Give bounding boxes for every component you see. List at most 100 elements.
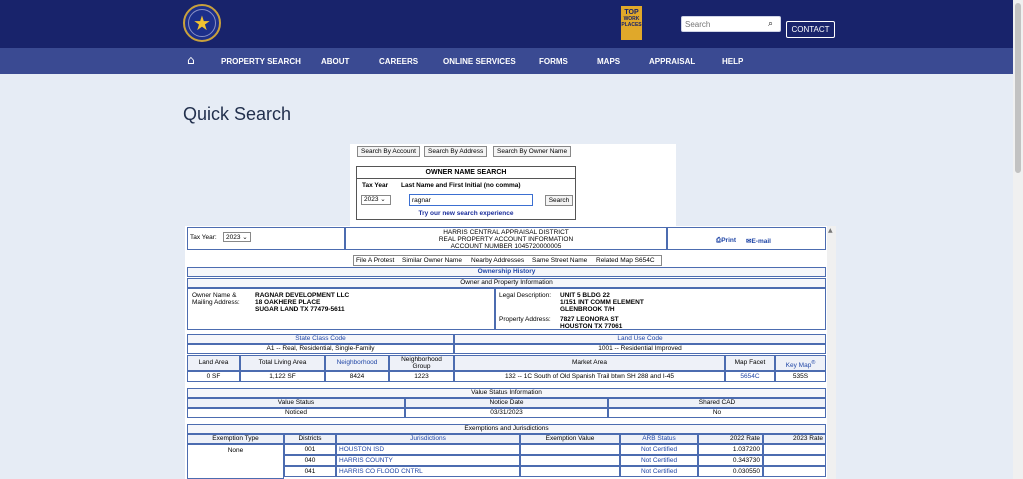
property-line1: 7827 LEONORA ST: [560, 316, 619, 323]
owner-section-title: Owner and Property Information: [187, 278, 826, 288]
arb-status-link[interactable]: ARB Status: [620, 434, 698, 444]
legal-info-cell: Legal Description: UNIT 5 BLDG 22 1/151 …: [495, 288, 826, 330]
site-search-input[interactable]: [682, 17, 766, 31]
arb-status-value[interactable]: Not Certified: [620, 455, 698, 466]
value-status-header: Value Status: [187, 398, 405, 408]
page-title: Quick Search: [183, 104, 292, 124]
record-tax-year-select[interactable]: 2023 ⌄: [223, 232, 251, 242]
jurisdiction-link[interactable]: HARRIS COUNTY: [336, 455, 520, 466]
related-map-link[interactable]: Related Map S654C: [596, 257, 655, 264]
key-map-value: 535S: [775, 371, 826, 382]
site-search: ⌕: [681, 16, 781, 32]
owner-search-button[interactable]: Search: [545, 195, 573, 206]
nav-help[interactable]: HELP: [722, 57, 743, 66]
nav-online-services[interactable]: ONLINE SERVICES: [443, 57, 516, 66]
email-link[interactable]: ✉E-mail: [746, 237, 771, 245]
jurisdictions-link[interactable]: Jurisdictions: [336, 434, 520, 444]
file-protest-link[interactable]: File A Protest: [356, 257, 394, 264]
market-area-header: Market Area: [454, 355, 725, 371]
neighborhood-group-header: Neighborhood Group: [389, 355, 454, 371]
chevron-down-icon: ⌄: [380, 196, 386, 203]
tax-year-header: Tax Year: [362, 182, 389, 189]
search-icon[interactable]: ⌕: [768, 19, 773, 29]
rate-2023-header: 2023 Rate: [763, 434, 826, 444]
page-scrollbar-thumb[interactable]: [1015, 3, 1021, 173]
exemption-type-value: None: [187, 444, 284, 479]
notice-date-value: 03/31/2023: [405, 408, 608, 418]
owner-name: RAGNAR DEVELOPMENT LLC: [255, 292, 350, 299]
same-street-link[interactable]: Same Street Name: [532, 257, 587, 264]
map-facet-link[interactable]: 5654C: [725, 371, 775, 382]
land-use-value: 1001 -- Residential Improved: [454, 344, 826, 354]
hcad-logo[interactable]: ★: [183, 4, 221, 42]
ownership-history-link[interactable]: Ownership History: [187, 267, 826, 277]
district-name: HARRIS CENTRAL APPRAISAL DISTRICT: [443, 229, 569, 236]
nav-appraisal[interactable]: APPRAISAL: [649, 57, 695, 66]
main-nav: ⌂ PROPERTY SEARCH ABOUT CAREERS ONLINE S…: [0, 48, 1013, 74]
scroll-up-icon[interactable]: ▲: [828, 227, 833, 234]
account-record-frame: Tax Year: 2023 ⌄ HARRIS CENTRAL APPRAISA…: [185, 226, 827, 479]
rate-2023-cell: [763, 466, 826, 477]
site-header: ★ TOP WORK PLACES ⌕ CONTACT: [0, 0, 1013, 48]
similar-owner-link[interactable]: Similar Owner Name: [402, 257, 462, 264]
rate-2023-cell: [763, 455, 826, 466]
key-map-link[interactable]: Key Map®: [775, 355, 826, 371]
record-title-cell: HARRIS CENTRAL APPRAISAL DISTRICT REAL P…: [345, 227, 667, 250]
districts-header: Districts: [284, 434, 336, 444]
nav-about[interactable]: ABOUT: [321, 57, 349, 66]
state-class-link[interactable]: State Class Code: [187, 334, 454, 344]
nearby-addresses-link[interactable]: Nearby Addresses: [471, 257, 524, 264]
rate-2023-cell: [763, 444, 826, 455]
account-number: ACCOUNT NUMBER 1045720000005: [450, 243, 562, 250]
nav-careers[interactable]: CAREERS: [379, 57, 418, 66]
key-map-text: Key Map: [785, 362, 812, 370]
value-status-value: Noticed: [187, 408, 405, 418]
jurisdiction-link[interactable]: HARRIS CO FLOOD CNTRL: [336, 466, 520, 477]
name-header: Last Name and First Initial (no comma): [401, 182, 521, 189]
owner-label: Owner Name &: [192, 292, 237, 299]
nav-maps[interactable]: MAPS: [597, 57, 620, 66]
land-use-link[interactable]: Land Use Code: [454, 334, 826, 344]
new-search-link[interactable]: Try our new search experience: [357, 210, 575, 217]
search-by-account-button[interactable]: Search By Account: [357, 146, 420, 157]
neighborhood-group-line1: Neighborhood: [401, 356, 442, 363]
top-workplaces-badge: TOP WORK PLACES: [621, 6, 642, 40]
search-by-owner-button[interactable]: Search By Owner Name: [493, 146, 572, 157]
search-by-address-button[interactable]: Search By Address: [424, 146, 488, 157]
record-tax-year-cell: Tax Year: 2023 ⌄: [187, 227, 345, 250]
value-status-title: Value Status Information: [187, 388, 826, 398]
registered-mark: ®: [811, 360, 816, 366]
record-tax-year-label: Tax Year:: [190, 234, 217, 241]
state-class-value: A1 -- Real, Residential, Single-Family: [187, 344, 454, 354]
record-links-row: File A Protest Similar Owner Name Nearby…: [353, 255, 662, 266]
nav-forms[interactable]: FORMS: [539, 57, 568, 66]
neighborhood-group-line2: Group: [412, 363, 431, 370]
exemption-type-header: Exemption Type: [187, 434, 284, 444]
shared-cad-value: No: [608, 408, 826, 418]
tax-year-select[interactable]: 2023 ⌄: [361, 195, 391, 205]
rate-value: 0.343730: [698, 455, 763, 466]
exemption-value-cell: [520, 455, 620, 466]
property-line2: HOUSTON TX 77061: [560, 323, 623, 330]
home-icon[interactable]: ⌂: [187, 54, 195, 66]
record-scrollbar[interactable]: ▲: [827, 226, 836, 479]
land-area-header: Land Area: [187, 355, 240, 371]
legal-line1: UNIT 5 BLDG 22: [560, 292, 610, 299]
shared-cad-header: Shared CAD: [608, 398, 826, 408]
notice-date-header: Notice Date: [405, 398, 608, 408]
neighborhood-link[interactable]: Neighborhood: [325, 355, 389, 371]
jurisdiction-link[interactable]: HOUSTON ISD: [336, 444, 520, 455]
legal-line3: GLENBROOK T/H: [560, 306, 615, 313]
legal-line2: 1/151 INT COMM ELEMENT: [560, 299, 644, 306]
arb-status-value[interactable]: Not Certified: [620, 466, 698, 477]
property-label: Property Address:: [499, 316, 551, 323]
nav-property-search[interactable]: PROPERTY SEARCH: [221, 57, 301, 66]
neighborhood-group-value: 1223: [389, 371, 454, 382]
map-facet-header: Map Facet: [725, 355, 775, 371]
owner-name-input[interactable]: [409, 194, 533, 206]
living-area-value: 1,122 SF: [240, 371, 325, 382]
print-link[interactable]: ⎙Print: [716, 237, 736, 245]
contact-button[interactable]: CONTACT: [786, 21, 835, 38]
rate-2022-header: 2022 Rate: [698, 434, 763, 444]
arb-status-value[interactable]: Not Certified: [620, 444, 698, 455]
